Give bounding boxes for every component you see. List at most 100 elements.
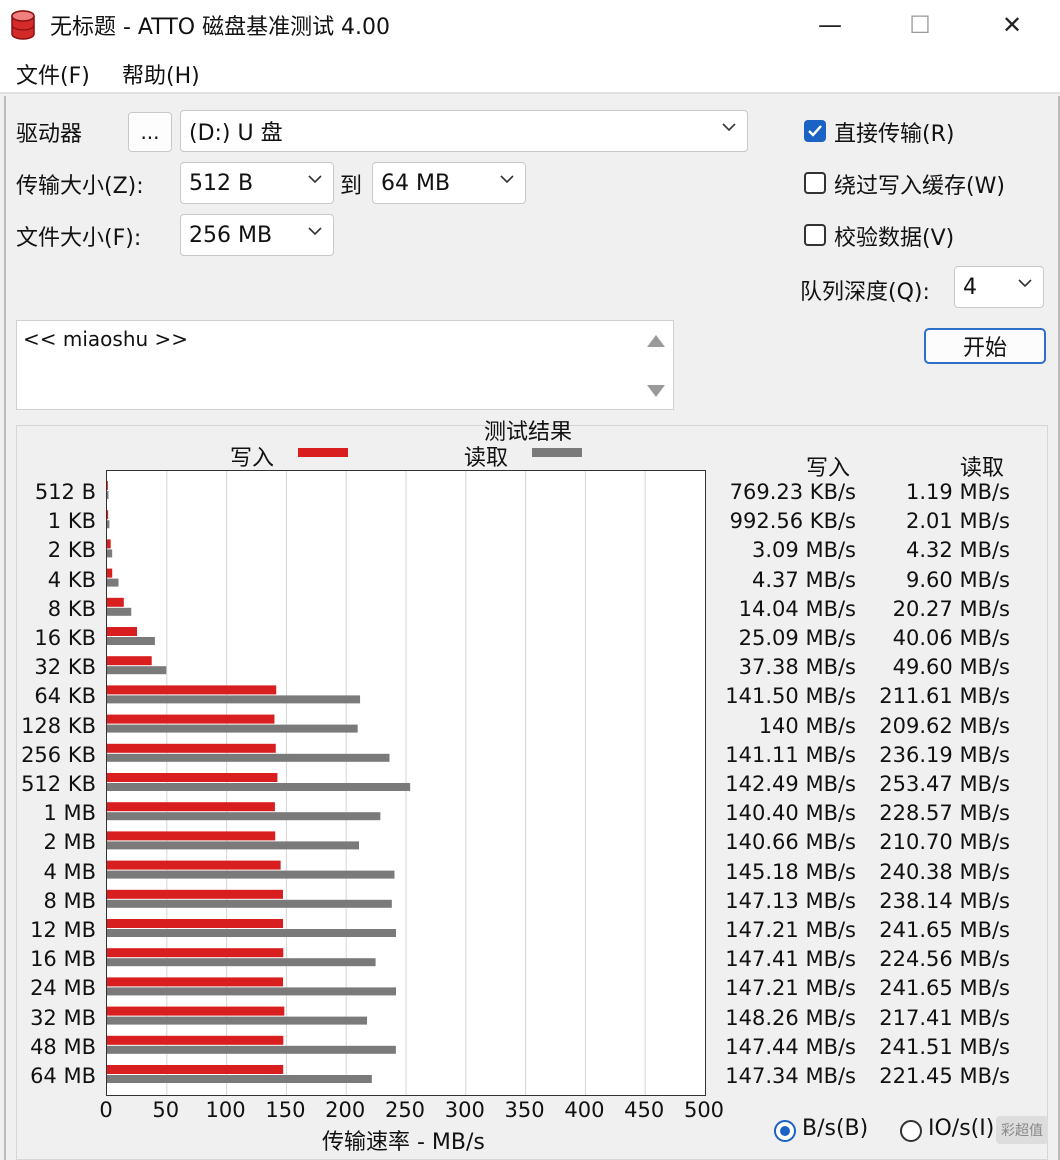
scroll-down-icon[interactable] bbox=[647, 385, 665, 397]
y-tick-label: 64 MB bbox=[30, 1064, 96, 1088]
unit-io-radio[interactable] bbox=[900, 1120, 922, 1142]
unit-bytes-label[interactable]: B/s(B) bbox=[802, 1116, 868, 1141]
browse-button[interactable]: ... bbox=[128, 112, 172, 152]
menu-bar: 文件(F) 帮助(H) bbox=[0, 50, 1060, 94]
watermark-badge: 彩超值 bbox=[996, 1116, 1048, 1144]
write-value-label: 25.09 MB/s bbox=[738, 626, 856, 650]
write-value-label: 147.13 MB/s bbox=[725, 888, 856, 913]
chevron-down-icon bbox=[722, 123, 736, 132]
menu-file[interactable]: 文件(F) bbox=[12, 56, 94, 92]
write-bar bbox=[107, 1035, 284, 1045]
y-tick-label: 512 B bbox=[34, 480, 96, 504]
verify-data-checkbox[interactable] bbox=[804, 224, 826, 246]
read-bar bbox=[107, 929, 397, 937]
x-tick-label: 50 bbox=[152, 1098, 180, 1122]
write-bar bbox=[107, 860, 281, 870]
unit-bytes-radio[interactable] bbox=[774, 1120, 796, 1142]
unit-io-label[interactable]: IO/s(I) bbox=[928, 1116, 994, 1141]
x-tick-label: 300 bbox=[444, 1098, 485, 1122]
write-value-label: 37.38 MB/s bbox=[738, 655, 856, 680]
read-value-label: 209.62 MB/s bbox=[879, 713, 1010, 738]
x-tick-label: 350 bbox=[504, 1098, 545, 1122]
transfer-to-value: 64 MB bbox=[381, 170, 451, 196]
y-tick-label: 16 MB bbox=[30, 947, 96, 972]
y-tick-label: 32 KB bbox=[34, 655, 96, 680]
read-bar bbox=[107, 549, 113, 558]
read-value-label: 253.47 MB/s bbox=[879, 772, 1010, 796]
bar-chart bbox=[107, 471, 646, 1095]
window-title: 无标题 - ATTO 磁盘基准测试 4.00 bbox=[50, 15, 391, 40]
y-tick-label: 1 MB bbox=[43, 801, 96, 826]
database-icon bbox=[11, 10, 35, 40]
write-value-label: 147.21 MB/s bbox=[725, 918, 856, 942]
start-button[interactable]: 开始 bbox=[924, 328, 1046, 364]
y-tick-label: 12 MB bbox=[30, 918, 96, 942]
read-bar bbox=[107, 578, 119, 587]
description-scrollbar[interactable] bbox=[639, 321, 673, 409]
write-value-label: 142.49 MB/s bbox=[725, 772, 856, 796]
read-value-label: 224.56 MB/s bbox=[879, 947, 1010, 972]
read-bar bbox=[107, 724, 358, 733]
read-value-label: 2.01 MB/s bbox=[906, 509, 1010, 534]
description-textarea[interactable]: << miaoshu >> bbox=[16, 320, 674, 410]
direct-io-checkbox[interactable] bbox=[804, 120, 826, 142]
drive-select[interactable]: (D:) U 盘 bbox=[180, 110, 748, 152]
write-bar bbox=[107, 802, 275, 812]
x-tick-label: 450 bbox=[624, 1098, 665, 1122]
chevron-down-icon bbox=[1018, 279, 1032, 288]
queue-depth-select[interactable]: 4 bbox=[954, 266, 1044, 308]
write-bar bbox=[107, 831, 276, 841]
read-value-label: 9.60 MB/s bbox=[906, 567, 1010, 592]
read-bar bbox=[107, 958, 376, 967]
close-button[interactable]: ✕ bbox=[982, 0, 1042, 50]
file-size-value: 256 MB bbox=[189, 222, 273, 248]
bypass-cache-label[interactable]: 绕过写入缓存(W) bbox=[834, 168, 1005, 200]
read-bar bbox=[107, 987, 397, 996]
read-value-label: 217.41 MB/s bbox=[879, 1005, 1010, 1030]
x-tick-label: 400 bbox=[564, 1098, 605, 1122]
read-value-label: 241.65 MB/s bbox=[879, 918, 1010, 942]
y-tick-label: 128 KB bbox=[21, 713, 96, 738]
write-value-label: 148.26 MB/s bbox=[725, 1005, 856, 1030]
file-size-select[interactable]: 256 MB bbox=[180, 214, 334, 256]
read-value-label: 4.32 MB/s bbox=[906, 538, 1010, 563]
legend-write-swatch bbox=[298, 448, 348, 457]
write-bar bbox=[107, 714, 275, 724]
y-tick-label: 2 MB bbox=[43, 830, 96, 855]
x-tick-label: 500 bbox=[683, 1098, 725, 1122]
read-value-label: 241.65 MB/s bbox=[879, 976, 1010, 1001]
transfer-to-select[interactable]: 64 MB bbox=[372, 162, 526, 204]
write-bar bbox=[107, 627, 138, 636]
legend-write-label: 写入 bbox=[230, 446, 275, 471]
description-text: << miaoshu >> bbox=[23, 327, 189, 351]
x-tick-label: 200 bbox=[325, 1098, 366, 1122]
maximize-button[interactable]: ☐ bbox=[890, 0, 950, 50]
minimize-button[interactable]: — bbox=[800, 0, 860, 50]
write-bar bbox=[107, 597, 124, 607]
write-bar bbox=[107, 510, 109, 520]
write-bar bbox=[107, 1006, 285, 1016]
y-tick-label: 16 KB bbox=[34, 626, 96, 650]
menu-help[interactable]: 帮助(H) bbox=[118, 56, 204, 92]
x-axis-title: 传输速率 - MB/s bbox=[322, 1130, 485, 1155]
read-value-label: 228.57 MB/s bbox=[879, 801, 1010, 826]
checkmark-icon bbox=[808, 125, 822, 137]
read-bar bbox=[107, 695, 361, 704]
y-tick-label: 64 KB bbox=[34, 684, 96, 709]
write-value-label: 145.18 MB/s bbox=[725, 859, 856, 884]
queue-depth-label: 队列深度(Q): bbox=[800, 280, 930, 305]
direct-io-label[interactable]: 直接传输(R) bbox=[834, 116, 954, 148]
read-value-label: 1.19 MB/s bbox=[906, 480, 1010, 504]
x-tick-label: 100 bbox=[205, 1098, 246, 1122]
scroll-up-icon[interactable] bbox=[647, 335, 665, 347]
transfer-from-select[interactable]: 512 B bbox=[180, 162, 334, 204]
verify-data-label[interactable]: 校验数据(V) bbox=[834, 220, 954, 252]
write-bar bbox=[107, 1065, 284, 1074]
read-bar bbox=[107, 783, 411, 791]
read-value-label: 210.70 MB/s bbox=[879, 830, 1010, 855]
bypass-cache-checkbox[interactable] bbox=[804, 172, 826, 194]
y-tick-label: 4 KB bbox=[47, 567, 96, 592]
read-bar bbox=[107, 841, 359, 850]
write-value-label: 140.40 MB/s bbox=[725, 801, 856, 826]
write-bar bbox=[107, 773, 278, 782]
